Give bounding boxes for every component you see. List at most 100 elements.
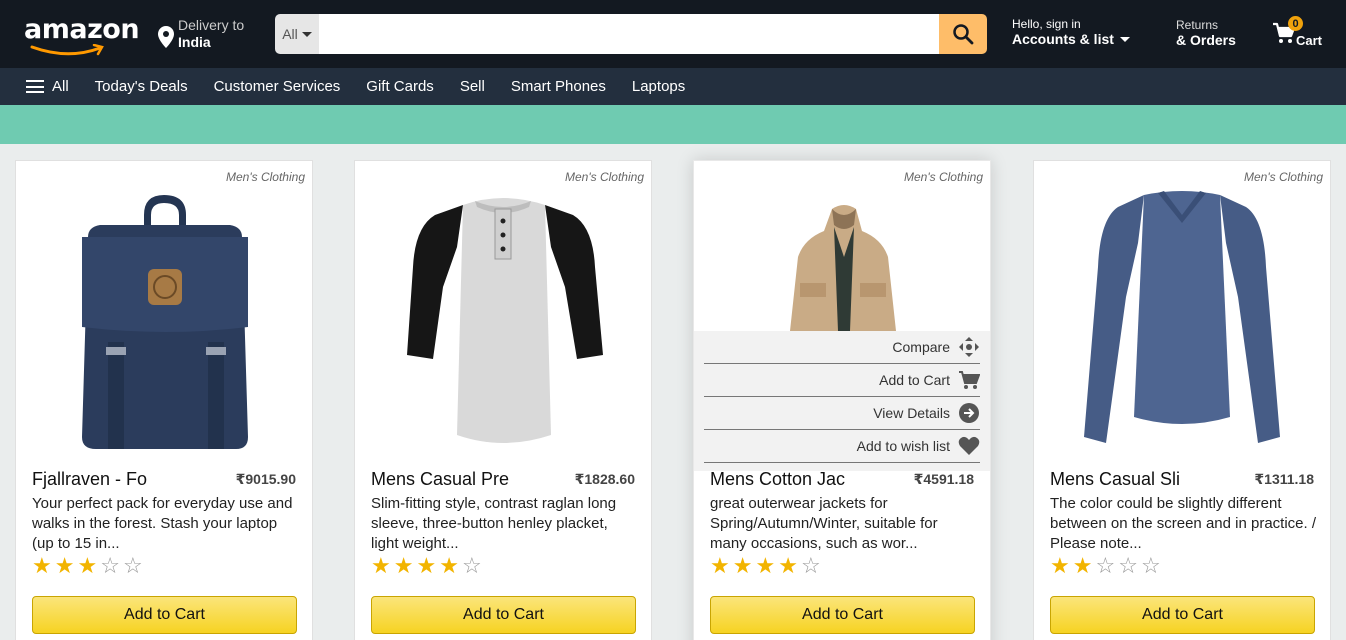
returns-orders-link[interactable]: Returns & Orders xyxy=(1176,18,1236,49)
product-title[interactable]: Mens Casual Pre xyxy=(371,469,509,490)
product-image[interactable] xyxy=(1034,187,1330,455)
star-filled-icon: ★ xyxy=(1050,553,1070,578)
nav-all-menu[interactable]: All xyxy=(26,78,69,95)
raglan-tshirt-image xyxy=(407,198,603,443)
product-title[interactable]: Mens Casual Sli xyxy=(1050,469,1180,490)
star-filled-icon: ★ xyxy=(732,553,753,578)
search-bar: All xyxy=(275,14,987,54)
star-empty-icon: ☆ xyxy=(1118,553,1138,578)
product-description: Your perfect pack for everyday use and w… xyxy=(32,495,293,552)
view-details-action[interactable]: View Details xyxy=(704,397,980,430)
jacket-image xyxy=(790,205,896,331)
account-label: Accounts & list xyxy=(1012,31,1114,47)
cart-count-badge: 0 xyxy=(1288,16,1303,31)
view-details-label: View Details xyxy=(873,405,950,421)
product-title[interactable]: Fjallraven - Fo xyxy=(32,469,147,490)
add-to-cart-button[interactable]: Add to Cart xyxy=(710,596,975,634)
product-card[interactable]: Men's Clothing Compare Add to Cart View … xyxy=(693,160,991,640)
cart-label: Cart xyxy=(1296,33,1323,48)
star-filled-icon: ★ xyxy=(755,553,776,578)
star-filled-icon: ★ xyxy=(371,553,391,578)
star-filled-icon: ★ xyxy=(32,553,52,578)
star-empty-icon: ☆ xyxy=(100,553,120,578)
nav-item-customer-services[interactable]: Customer Services xyxy=(214,78,341,95)
dropdown-arrow-icon xyxy=(301,31,312,37)
star-filled-icon: ★ xyxy=(778,553,798,578)
search-icon xyxy=(953,24,974,45)
search-button[interactable] xyxy=(939,14,987,54)
nav-item-todays-deals[interactable]: Today's Deals xyxy=(95,78,188,95)
account-menu[interactable]: Hello, sign in Accounts & list xyxy=(1012,17,1130,47)
add-to-cart-label: Add to Cart xyxy=(879,372,950,388)
product-description: great outerwear jackets for Spring/Autum… xyxy=(710,495,938,552)
nav-item-laptops[interactable]: Laptops xyxy=(632,78,685,95)
star-filled-icon: ★ xyxy=(77,553,98,578)
product-description: The color could be slightly different be… xyxy=(1050,495,1317,552)
rating-stars: ★ ★ ★ ☆ ☆ xyxy=(32,555,143,577)
add-to-wishlist-label: Add to wish list xyxy=(856,438,950,454)
backpack-image xyxy=(82,195,248,449)
product-card[interactable]: Men's Clothing Mens Casual Sli ₹1311.18 … xyxy=(1033,160,1331,640)
top-header: amazon Delivery to India All Hello, sign… xyxy=(0,0,1346,68)
product-price: ₹9015.90 xyxy=(235,471,296,487)
search-input[interactable] xyxy=(319,14,939,54)
add-to-wishlist-action[interactable]: Add to wish list xyxy=(704,430,980,463)
rating-stars: ★ ★ ★ ★ ☆ xyxy=(371,555,482,577)
star-empty-icon: ☆ xyxy=(461,553,482,578)
promo-banner xyxy=(0,105,1346,144)
nav-item-smart-phones[interactable]: Smart Phones xyxy=(511,78,606,95)
star-empty-icon: ☆ xyxy=(1140,553,1161,578)
product-price: ₹1828.60 xyxy=(574,471,635,487)
nav-bar: All Today's Deals Customer Services Gift… xyxy=(0,68,1346,105)
star-empty-icon: ☆ xyxy=(1095,553,1116,578)
product-card[interactable]: Men's Clothing Mens Casual Pre ₹1828.60 … xyxy=(354,160,652,640)
product-category: Men's Clothing xyxy=(904,170,983,184)
product-image[interactable] xyxy=(16,187,312,455)
add-to-cart-button[interactable]: Add to Cart xyxy=(32,596,297,634)
product-description: Slim-fitting style, contrast raglan long… xyxy=(371,495,617,552)
star-filled-icon: ★ xyxy=(416,553,437,578)
orders-label: & Orders xyxy=(1176,32,1236,48)
quick-actions-menu: Compare Add to Cart View Details Add to … xyxy=(694,331,990,471)
product-title[interactable]: Mens Cotton Jac xyxy=(710,469,845,490)
location-pin-icon xyxy=(158,26,174,48)
search-category-select[interactable]: All xyxy=(275,14,319,54)
star-filled-icon: ★ xyxy=(1072,553,1093,578)
star-filled-icon: ★ xyxy=(439,553,459,578)
add-to-cart-button[interactable]: Add to Cart xyxy=(371,596,636,634)
search-category-label: All xyxy=(282,26,298,42)
nav-item-sell[interactable]: Sell xyxy=(460,78,485,95)
product-category: Men's Clothing xyxy=(1244,170,1323,184)
star-filled-icon: ★ xyxy=(710,553,730,578)
nav-item-gift-cards[interactable]: Gift Cards xyxy=(366,78,434,95)
hamburger-icon xyxy=(26,80,44,93)
amazon-logo[interactable]: amazon xyxy=(24,14,140,56)
product-category: Men's Clothing xyxy=(226,170,305,184)
product-price: ₹1311.18 xyxy=(1254,471,1314,487)
product-card[interactable]: Men's Clothing Fjallraven - Fo ₹9015.90 … xyxy=(15,160,313,640)
compare-action[interactable]: Compare xyxy=(704,331,980,364)
smile-arrow-icon xyxy=(30,44,104,56)
account-greeting: Hello, sign in xyxy=(1012,17,1081,31)
product-image[interactable] xyxy=(355,187,651,455)
delivery-location[interactable]: Delivery to India xyxy=(158,17,244,50)
longsleeve-shirt-image xyxy=(1084,191,1280,443)
rating-stars: ★ ★ ★ ★ ☆ xyxy=(710,555,821,577)
arrow-right-circle-icon xyxy=(959,403,979,423)
chevron-down-icon xyxy=(1119,36,1130,42)
cart-icon xyxy=(959,371,980,389)
star-empty-icon: ☆ xyxy=(122,553,143,578)
star-empty-icon: ☆ xyxy=(800,553,821,578)
nav-all-label: All xyxy=(52,78,69,95)
move-arrows-icon xyxy=(959,337,979,357)
product-category: Men's Clothing xyxy=(565,170,644,184)
logo-text: amazon xyxy=(24,14,140,45)
rating-stars: ★ ★ ☆ ☆ ☆ xyxy=(1050,555,1161,577)
add-to-cart-action[interactable]: Add to Cart xyxy=(704,364,980,397)
star-filled-icon: ★ xyxy=(393,553,414,578)
heart-icon xyxy=(958,436,980,455)
add-to-cart-button[interactable]: Add to Cart xyxy=(1050,596,1315,634)
star-filled-icon: ★ xyxy=(54,553,75,578)
returns-label: Returns xyxy=(1176,18,1219,32)
product-price: ₹4591.18 xyxy=(913,471,974,487)
